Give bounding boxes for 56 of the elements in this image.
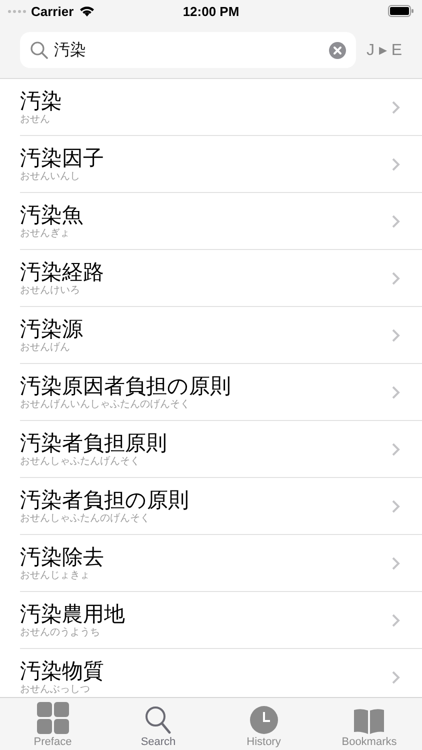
chevron-icon bbox=[392, 670, 400, 684]
entry-reading: おせんいんし bbox=[20, 170, 80, 182]
book-icon bbox=[354, 708, 384, 734]
chevron-icon bbox=[392, 328, 400, 342]
entry-row[interactable]: 汚染因子 おせんいんし bbox=[20, 136, 422, 193]
entry-word: 汚染物質 bbox=[20, 658, 104, 684]
entry-word: 汚染除去 bbox=[20, 544, 104, 570]
entry-reading: おせんしゃふたんげんそく bbox=[20, 456, 140, 468]
chevron-icon bbox=[392, 556, 400, 570]
entry-row[interactable]: 汚染者負担原則 おせんしゃふたんげんそく bbox=[20, 421, 422, 478]
entry-row[interactable]: 汚染原因者負担の原則 おせんげんいんしゃふたんのげんそく bbox=[20, 364, 422, 421]
entry-reading: おせんげん bbox=[20, 342, 70, 354]
entry-reading: おせんぎょ bbox=[20, 228, 70, 240]
chevron-icon bbox=[392, 442, 400, 456]
entry-reading: おせんぶっしつ bbox=[20, 684, 90, 696]
battery-icon bbox=[388, 5, 414, 17]
chevron-icon bbox=[392, 214, 400, 228]
search-icon bbox=[30, 41, 48, 59]
chevron-icon bbox=[392, 614, 400, 626]
entry-row[interactable]: 汚染者負担の原則 おせんしゃふたんのげんそく bbox=[20, 478, 422, 535]
entry-reading: おせんじょきょ bbox=[20, 570, 90, 582]
grid-icon bbox=[36, 702, 69, 734]
signal-icon bbox=[8, 10, 26, 12]
entry-word: 汚染農用地 bbox=[20, 602, 125, 626]
carrier-name: Carrier bbox=[31, 4, 74, 18]
clock-icon bbox=[250, 706, 278, 734]
entry-reading: おせんげんいんしゃふたんのげんそく bbox=[20, 398, 190, 410]
clear-icon[interactable] bbox=[329, 42, 346, 58]
entry-row[interactable]: 汚染 おせん bbox=[20, 79, 422, 136]
entry-word: 汚染原因者負担の原則 bbox=[20, 374, 231, 398]
search-icon bbox=[145, 706, 172, 734]
entry-reading: おせん bbox=[20, 114, 50, 126]
entry-row[interactable]: 汚染源 おせんげん bbox=[20, 307, 422, 364]
clock-time: 12:00 PM bbox=[182, 4, 240, 18]
entry-row[interactable]: 汚染農用地 おせんのうようち bbox=[20, 592, 422, 649]
chevron-icon bbox=[392, 386, 400, 398]
chevron-icon bbox=[392, 500, 400, 512]
entry-row[interactable]: 汚染魚 おせんぎょ bbox=[20, 193, 422, 250]
chevron-icon bbox=[392, 158, 400, 170]
entry-word: 汚染経路 bbox=[20, 260, 104, 284]
entry-word: 汚染者負担の原則 bbox=[20, 488, 189, 512]
entry-word: 汚染魚 bbox=[20, 202, 83, 228]
entry-reading: おせんけいろ bbox=[20, 284, 80, 296]
entry-word: 汚染源 bbox=[20, 316, 83, 342]
chevron-icon bbox=[392, 272, 400, 284]
search-field[interactable]: 汚染 bbox=[20, 32, 356, 68]
entry-row[interactable]: 汚染経路 おせんけいろ bbox=[20, 250, 422, 307]
tab-item[interactable]: Search bbox=[108, 702, 208, 748]
entry-word: 汚染 bbox=[20, 88, 62, 114]
wifi-icon bbox=[78, 5, 95, 17]
entry-row[interactable]: 汚染除去 おせんじょきょ bbox=[20, 535, 422, 592]
entry-reading: おせんしゃふたんのげんそく bbox=[20, 512, 150, 524]
entry-word: 汚染因子 bbox=[20, 146, 104, 170]
entry-reading: おせんのうようち bbox=[20, 626, 100, 638]
entry-word: 汚染者負担原則 bbox=[20, 430, 167, 456]
chevron-icon bbox=[392, 100, 400, 114]
